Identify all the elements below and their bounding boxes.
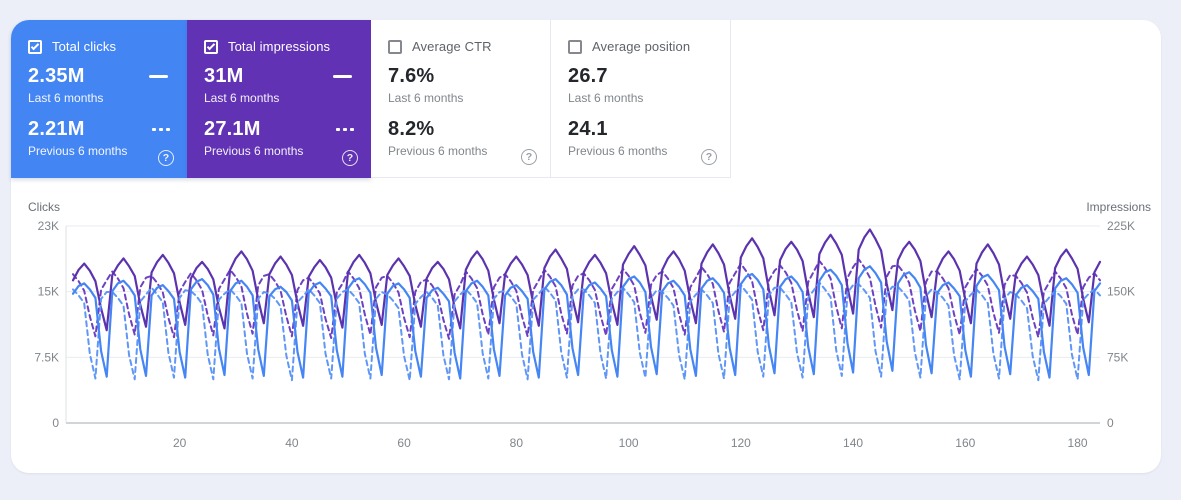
check-icon xyxy=(206,41,216,50)
right-axis-tick-label: 225K xyxy=(1107,219,1135,233)
position-previous-value: 24.1 xyxy=(568,118,608,140)
card-total-impressions[interactable]: Total impressions 31M Last 6 months 27.1… xyxy=(187,20,371,178)
ctr-current-value: 7.6% xyxy=(388,65,435,87)
solid-line-legend-icon xyxy=(149,75,168,78)
left-axis-tick-label: 23K xyxy=(38,219,59,233)
left-axis-title: Clicks xyxy=(28,200,60,214)
series-clicks-last-6-months xyxy=(71,265,1102,380)
help-icon[interactable]: ? xyxy=(521,149,537,165)
period-label: Last 6 months xyxy=(28,91,104,105)
chart-block: Clicks Impressions 23K 15K 7.5K 0 225K 150K 75… xyxy=(11,178,1161,454)
dashed-line-legend-icon xyxy=(336,128,354,131)
clicks-previous-value: 2.21M xyxy=(28,118,85,140)
performance-panel: Total clicks 2.35M Last 6 months 2.21M P… xyxy=(11,20,1161,473)
period-label: Last 6 months xyxy=(568,91,644,105)
help-icon[interactable]: ? xyxy=(158,150,174,166)
x-axis-tick-label: 180 xyxy=(1068,436,1088,450)
x-axis-tick-label: 160 xyxy=(955,436,975,450)
help-icon[interactable]: ? xyxy=(342,150,358,166)
series-impressions-last-6-months xyxy=(71,228,1102,332)
x-axis-tick-label: 80 xyxy=(510,436,524,450)
average-position-checkbox[interactable] xyxy=(568,39,582,54)
right-axis-tick-label: 75K xyxy=(1107,350,1128,364)
card-total-clicks[interactable]: Total clicks 2.35M Last 6 months 2.21M P… xyxy=(11,20,187,178)
help-icon[interactable]: ? xyxy=(701,149,717,165)
total-impressions-checkbox[interactable] xyxy=(204,39,218,54)
period-label: Last 6 months xyxy=(388,91,464,105)
total-clicks-checkbox[interactable] xyxy=(28,39,42,54)
card-title: Average CTR xyxy=(412,39,492,54)
card-title: Total clicks xyxy=(52,39,117,54)
left-axis-tick-label: 7.5K xyxy=(34,350,59,364)
period-label: Previous 6 months xyxy=(388,144,488,158)
performance-chart[interactable]: 23K 15K 7.5K 0 225K 150K 75K 0 20 40 60 80 100 120 140… xyxy=(11,214,1161,454)
x-axis-tick-label: 40 xyxy=(285,436,299,450)
right-axis-tick-label: 150K xyxy=(1107,285,1135,299)
period-label: Last 6 months xyxy=(204,91,280,105)
left-axis-tick-label: 0 xyxy=(52,416,59,430)
ctr-previous-value: 8.2% xyxy=(388,118,435,140)
x-axis-tick-label: 20 xyxy=(173,436,187,450)
left-axis-tick-label: 15K xyxy=(38,285,59,299)
period-label: Previous 6 months xyxy=(204,144,304,158)
period-label: Previous 6 months xyxy=(568,144,668,158)
position-current-value: 26.7 xyxy=(568,65,608,87)
x-axis-tick-label: 140 xyxy=(843,436,863,450)
right-axis-title: Impressions xyxy=(1086,200,1151,214)
card-title: Average position xyxy=(592,39,691,54)
card-title: Total impressions xyxy=(228,39,331,54)
dashed-line-legend-icon xyxy=(152,128,170,131)
metric-cards-row: Total clicks 2.35M Last 6 months 2.21M P… xyxy=(11,20,1161,178)
solid-line-legend-icon xyxy=(333,75,352,78)
impressions-previous-value: 27.1M xyxy=(204,118,261,140)
x-axis-tick-label: 100 xyxy=(619,436,639,450)
check-icon xyxy=(30,41,40,50)
card-average-ctr[interactable]: Average CTR 7.6% Last 6 months 8.2% Prev… xyxy=(371,20,551,178)
card-average-position[interactable]: Average position 26.7 Last 6 months 24.1… xyxy=(551,20,731,178)
period-label: Previous 6 months xyxy=(28,144,128,158)
average-ctr-checkbox[interactable] xyxy=(388,39,402,54)
clicks-current-value: 2.35M xyxy=(28,65,85,87)
right-axis-tick-label: 0 xyxy=(1107,416,1114,430)
x-axis-tick-label: 60 xyxy=(397,436,411,450)
impressions-current-value: 31M xyxy=(204,65,244,87)
x-axis-tick-label: 120 xyxy=(731,436,751,450)
